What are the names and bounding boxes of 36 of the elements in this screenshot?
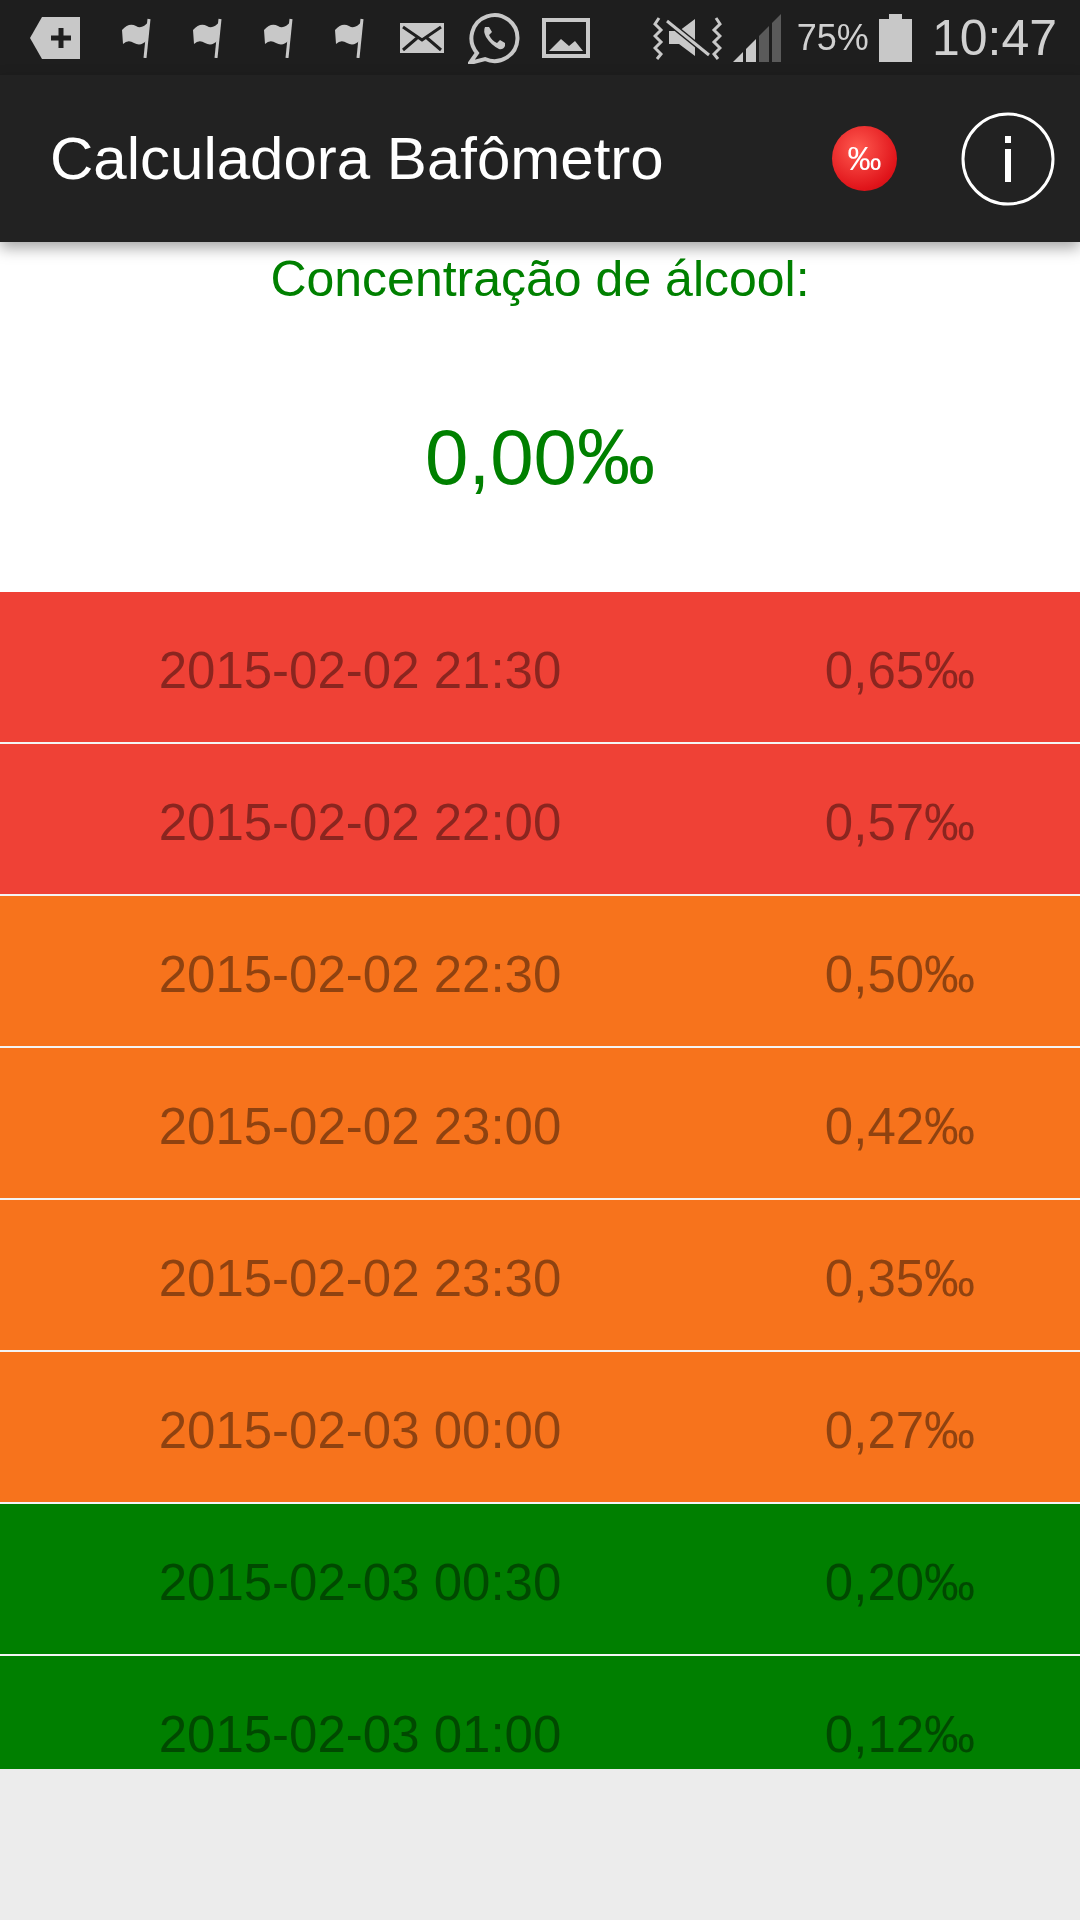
concentration-label: Concentração de álcool: <box>270 250 810 308</box>
permille-button[interactable]: ‰ <box>832 126 897 191</box>
signal-icon <box>732 13 781 62</box>
reading-value: 0,27‰ <box>824 1401 976 1461</box>
battery-percent: 75% <box>796 17 869 58</box>
reading-value: 0,42‰ <box>824 1097 976 1157</box>
reading-time: 2015-02-02 21:30 <box>158 641 562 701</box>
info-icon[interactable] <box>961 111 1055 206</box>
image-icon <box>542 17 590 58</box>
reading-row[interactable]: 2015-02-03 00:00 0,27‰ <box>0 1352 1080 1502</box>
reading-value: 0,50‰ <box>824 945 976 1005</box>
reading-value: 0,35‰ <box>824 1249 976 1309</box>
mute-vibrate-icon <box>652 15 722 60</box>
reading-row[interactable]: 2015-02-02 23:30 0,35‰ <box>0 1200 1080 1350</box>
reading-row[interactable]: 2015-02-02 22:00 0,57‰ <box>0 744 1080 894</box>
flag-icon <box>193 17 222 58</box>
reading-time: 2015-02-03 00:00 <box>158 1401 562 1461</box>
reading-time: 2015-02-02 23:00 <box>158 1097 562 1157</box>
reading-value: 0,57‰ <box>824 793 976 853</box>
reading-time: 2015-02-02 22:30 <box>158 945 562 1005</box>
plus-tag-icon <box>30 16 80 59</box>
app-title: Calculadora Bafômetro <box>50 123 665 194</box>
flag-icon <box>335 17 364 58</box>
reading-row[interactable]: 2015-02-02 22:30 0,50‰ <box>0 896 1080 1046</box>
flag-icon <box>122 17 151 58</box>
battery-icon <box>878 13 912 62</box>
reading-time: 2015-02-02 22:00 <box>158 793 562 853</box>
mail-icon <box>400 22 444 53</box>
concentration-value: 0,00‰ <box>425 412 655 502</box>
chat-phone-icon <box>468 11 520 64</box>
reading-time: 2015-02-02 23:30 <box>158 1249 562 1309</box>
reading-row[interactable]: 2015-02-02 21:30 0,65‰ <box>0 592 1080 742</box>
reading-row[interactable]: 2015-02-02 23:00 0,42‰ <box>0 1048 1080 1198</box>
clock: 10:47 <box>931 9 1057 66</box>
flag-icon <box>264 17 293 58</box>
reading-value: 0,65‰ <box>824 641 976 701</box>
